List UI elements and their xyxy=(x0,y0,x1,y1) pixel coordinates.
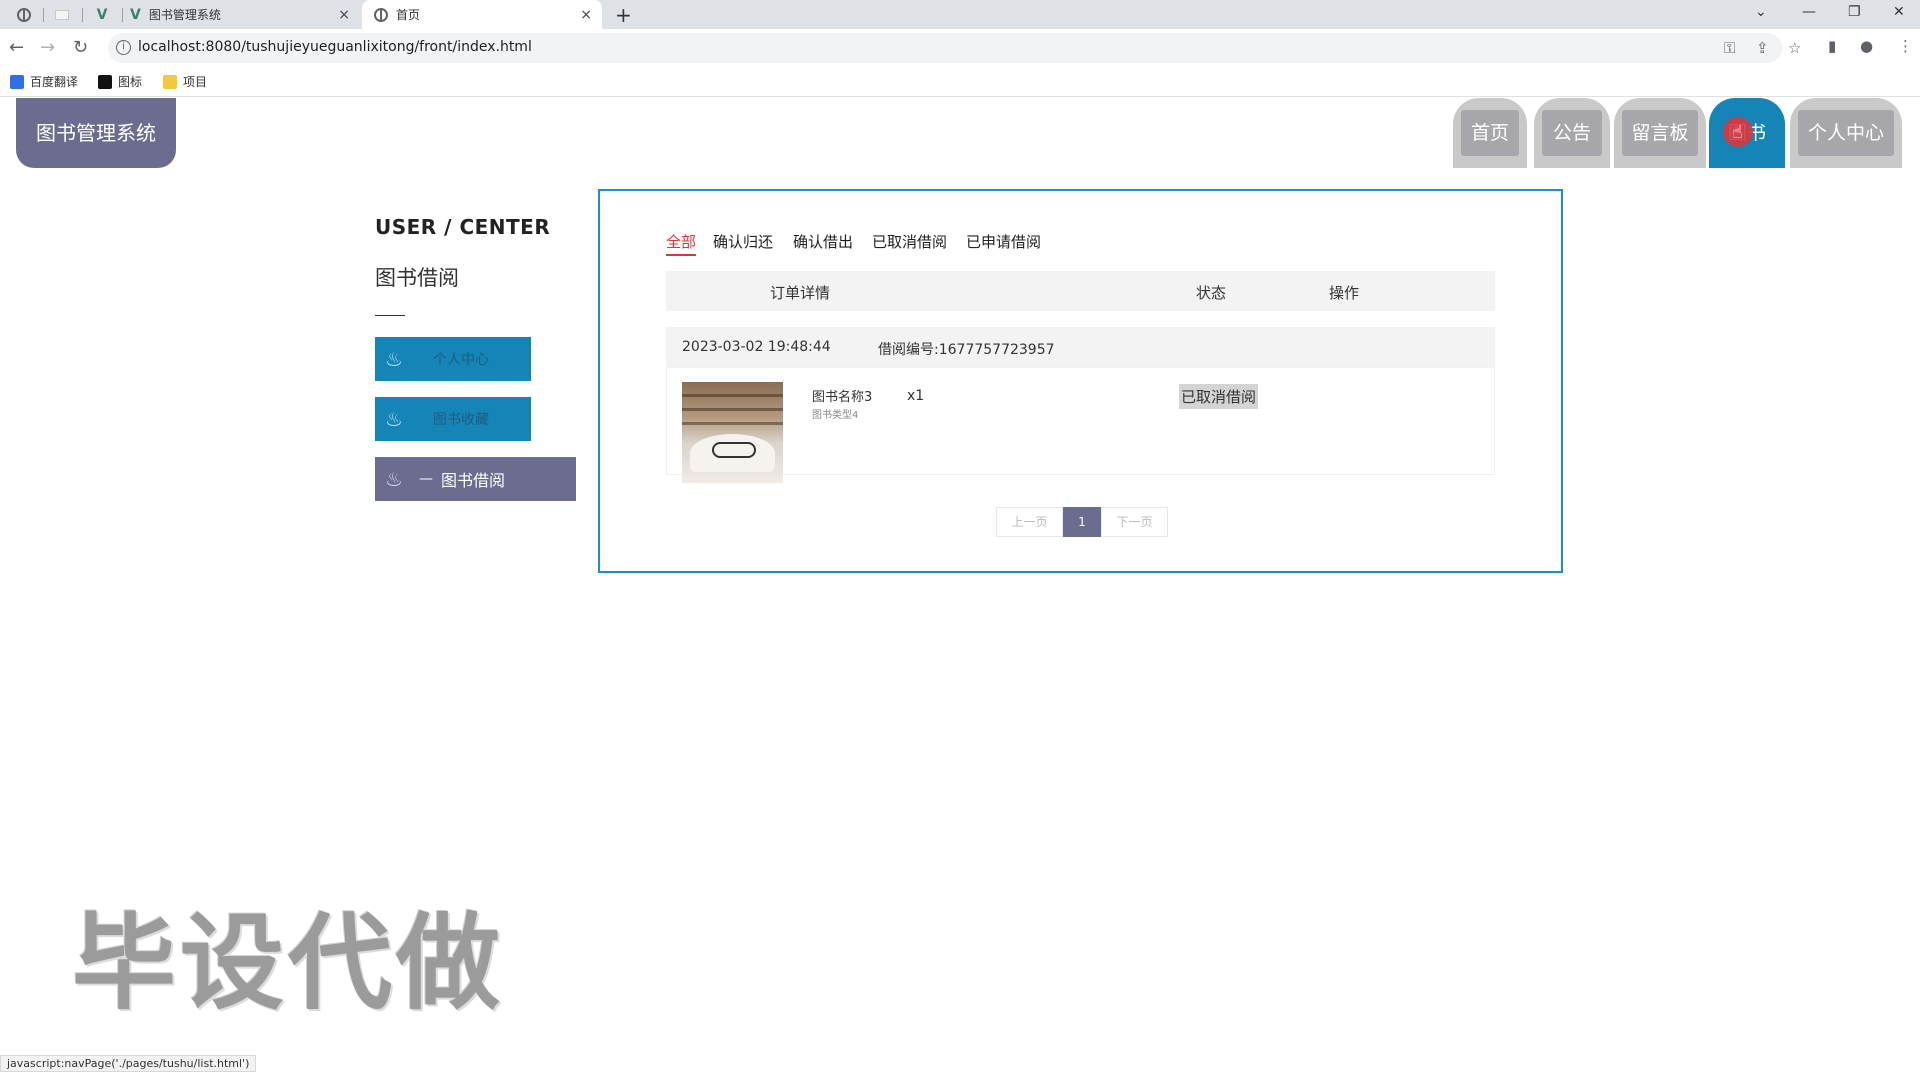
nav-home[interactable]: 首页 xyxy=(1453,98,1527,168)
browser-tab[interactable] xyxy=(44,0,80,29)
share-icon[interactable]: ⇪ xyxy=(1756,39,1769,57)
vue-icon: V xyxy=(130,6,141,23)
nav-label: 公告 xyxy=(1542,110,1602,156)
nav-label: 留言板 xyxy=(1622,110,1698,156)
column-header: 状态 xyxy=(1196,284,1227,302)
bookmark-label: 图标 xyxy=(118,75,143,89)
divider xyxy=(375,315,405,316)
quantity: x1 xyxy=(907,388,925,404)
tab-confirmed-lend[interactable]: 确认借出 xyxy=(793,231,853,252)
site-logo[interactable]: 图书管理系统 xyxy=(16,98,176,168)
bookmark-item[interactable]: 项目 xyxy=(163,73,207,90)
sidebar-title: USER / CENTER xyxy=(375,215,551,239)
sidebar-item-label: 图书借阅 xyxy=(441,471,506,490)
bookmark-label: 百度翻译 xyxy=(30,75,79,89)
book-cover-image[interactable] xyxy=(682,382,783,483)
nav-label: 个人中心 xyxy=(1798,110,1894,156)
nav-notice[interactable]: 公告 xyxy=(1534,98,1610,168)
blank-page-icon xyxy=(55,9,69,20)
hand-cursor-icon: ☝ xyxy=(1732,122,1743,143)
sidebar-item-label: 图书收藏 xyxy=(433,412,489,428)
book-name[interactable]: 图书名称3 xyxy=(812,386,872,405)
bookmark-label: 项目 xyxy=(183,75,208,89)
nav-label: 首页 xyxy=(1461,110,1519,156)
browser-tab[interactable] xyxy=(6,0,42,29)
restore-button[interactable]: ❐ xyxy=(1848,4,1861,20)
watermark-text: 毕设代做 xyxy=(72,902,505,1024)
browser-tab-active[interactable]: 首页 × xyxy=(362,0,602,29)
bookmark-item[interactable]: 百度翻译 xyxy=(10,73,78,90)
reload-icon[interactable]: ↻ xyxy=(73,37,88,58)
sidebar-item-user-center[interactable]: ♨ 个人中心 xyxy=(375,337,531,381)
sidebar-subtitle: 图书借阅 xyxy=(375,266,459,290)
order-row: 图书名称3 图书类型4 x1 已取消借阅 xyxy=(666,367,1495,483)
globe-icon xyxy=(17,7,31,22)
side-panel-icon[interactable]: ▮ xyxy=(1828,37,1836,55)
tab-separator xyxy=(82,8,83,22)
prev-page-button[interactable]: 上一页 xyxy=(996,507,1063,537)
close-icon[interactable]: × xyxy=(580,7,592,23)
dash-icon: — xyxy=(419,471,433,487)
minimize-button[interactable]: — xyxy=(1802,4,1816,20)
close-icon[interactable]: × xyxy=(338,7,350,23)
tab-applied[interactable]: 已申请借阅 xyxy=(966,231,1041,252)
status-badge: 已取消借阅 xyxy=(1179,384,1259,409)
address-bar[interactable]: i localhost:8080/tushujieyueguanlixitong… xyxy=(108,33,1801,63)
book-type: 图书类型4 xyxy=(812,410,859,421)
folder-icon xyxy=(163,74,177,89)
tab-title: 首页 xyxy=(396,8,421,22)
bookmarks-bar: 百度翻译 图标 项目 xyxy=(0,67,1920,97)
tab-separator xyxy=(122,8,123,22)
browser-toolbar: ← → ↻ i localhost:8080/tushujieyueguanli… xyxy=(0,29,1920,67)
flame-icon: ♨ xyxy=(385,407,403,431)
sidebar-item-borrow[interactable]: ♨ — 图书借阅 xyxy=(375,457,576,501)
vue-icon: V xyxy=(96,6,108,23)
star-icon[interactable]: ☆ xyxy=(1788,39,1801,57)
nav-user-center[interactable]: 个人中心 xyxy=(1790,98,1902,168)
key-icon[interactable]: ⚿ xyxy=(1724,39,1735,57)
close-window-button[interactable]: ✕ xyxy=(1893,4,1905,20)
browser-tab[interactable]: V 图书管理系统 × xyxy=(130,0,360,29)
tab-title: 图书管理系统 xyxy=(148,8,221,22)
globe-icon xyxy=(374,7,388,22)
translate-icon xyxy=(10,74,24,89)
profile-icon[interactable]: ● xyxy=(1860,37,1873,55)
back-arrow-icon[interactable]: ← xyxy=(9,37,24,58)
order-time: 2023-03-02 19:48:44 xyxy=(682,339,831,355)
browser-status-bar: javascript:navPage('./pages/tushu/list.h… xyxy=(0,1055,257,1072)
browser-tab-strip: V V 图书管理系统 × 首页 × + ⌄ — ❐ ✕ xyxy=(0,0,1920,29)
table-header: 订单详情 状态 操作 xyxy=(666,271,1495,311)
flame-icon: ♨ xyxy=(385,347,403,371)
pagination: 上一页 1 下一页 xyxy=(996,507,1168,537)
tab-cancelled[interactable]: 已取消借阅 xyxy=(872,231,947,252)
tab-search-icon[interactable]: ⌄ xyxy=(1755,4,1767,20)
sidebar-item-favorites[interactable]: ♨ 图书收藏 xyxy=(375,397,531,441)
sidebar-item-label: 个人中心 xyxy=(433,352,489,368)
tab-all[interactable]: 全部 xyxy=(666,231,697,256)
new-tab-button[interactable]: + xyxy=(615,3,632,27)
info-icon[interactable]: i xyxy=(116,40,131,55)
page-number-button[interactable]: 1 xyxy=(1063,507,1101,537)
url-text[interactable]: localhost:8080/tushujieyueguanlixitong/f… xyxy=(138,39,532,55)
flame-icon: ♨ xyxy=(385,467,403,491)
browser-tab[interactable]: V xyxy=(84,0,120,29)
image-icon xyxy=(98,74,112,89)
column-header: 操作 xyxy=(1329,284,1360,302)
nav-message-board[interactable]: 留言板 xyxy=(1614,98,1706,168)
bookmark-item[interactable]: 图标 xyxy=(98,73,142,90)
order-number: 借阅编号:1677757723957 xyxy=(878,342,1055,358)
tab-confirmed-return[interactable]: 确认归还 xyxy=(713,231,773,252)
menu-icon[interactable]: ⋮ xyxy=(1898,37,1913,55)
borrow-orders-panel: 全部 确认归还 确认借出 已取消借阅 已申请借阅 订单详情 状态 操作 2023… xyxy=(598,189,1563,573)
next-page-button[interactable]: 下一页 xyxy=(1101,507,1168,537)
forward-arrow-icon[interactable]: → xyxy=(40,37,55,58)
column-header: 订单详情 xyxy=(770,284,831,302)
order-header: 2023-03-02 19:48:44 借阅编号:1677757723957 xyxy=(666,327,1495,367)
